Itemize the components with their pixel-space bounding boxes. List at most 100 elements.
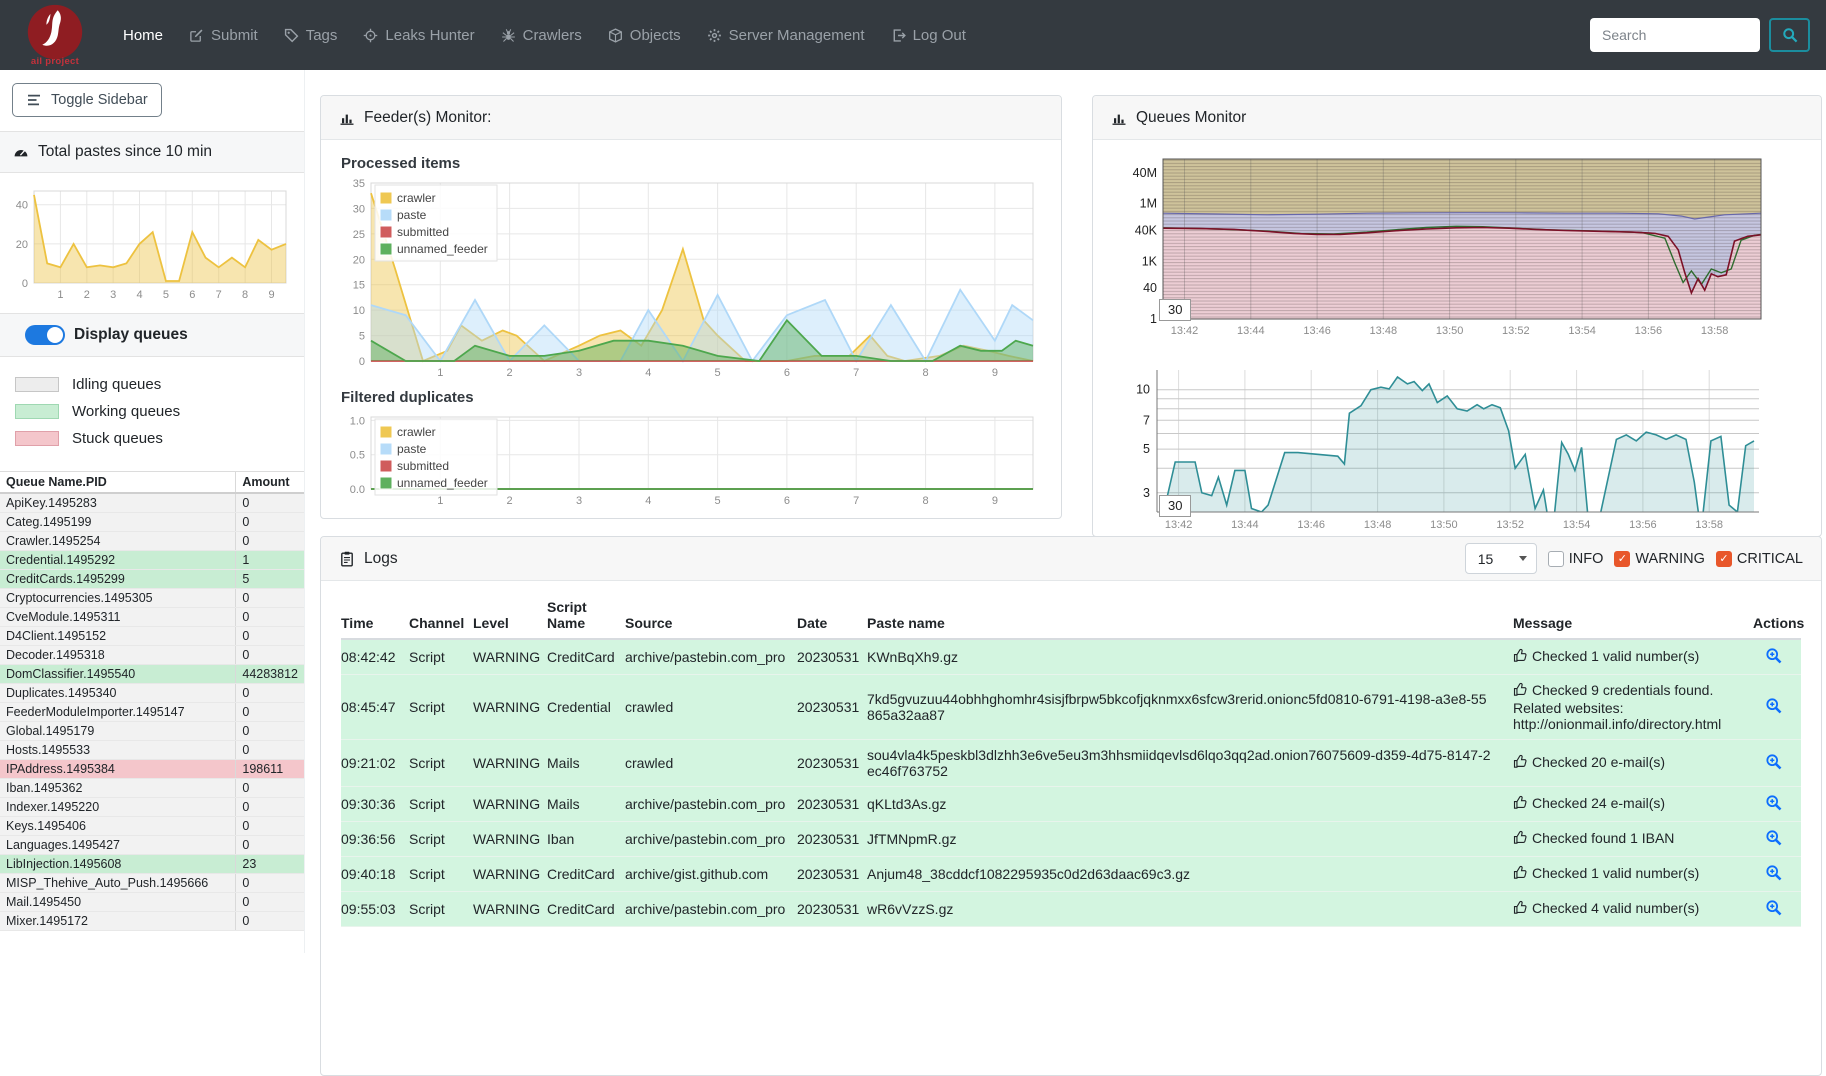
- queue-row: MISP_Thehive_Auto_Push.14956660: [0, 874, 304, 893]
- display-queues-label: Display queues: [74, 326, 188, 344]
- svg-text:9: 9: [992, 495, 998, 507]
- svg-text:13:44: 13:44: [1237, 325, 1265, 337]
- nav-item-label: Server Management: [729, 27, 865, 44]
- page-size-select[interactable]: 15: [1465, 543, 1537, 574]
- search-button[interactable]: [1769, 18, 1810, 52]
- queue-amount-cell: 5: [236, 570, 304, 589]
- svg-text:0: 0: [359, 356, 365, 368]
- queue-amount-cell: 44283812: [236, 665, 304, 684]
- queue-row: D4Client.14951520: [0, 627, 304, 646]
- paste-name-cell: wR6vVzzS.gz: [867, 892, 1513, 927]
- svg-text:40M: 40M: [1133, 166, 1157, 180]
- search-plus-icon[interactable]: [1765, 864, 1782, 884]
- svg-text:5: 5: [359, 331, 365, 343]
- level-cell: WARNING: [473, 892, 547, 927]
- nav-item-submit[interactable]: Submit: [176, 27, 271, 44]
- app-logo[interactable]: ail project: [16, 3, 94, 67]
- nav-item-server-management[interactable]: Server Management: [694, 27, 878, 44]
- source-cell: archive/pastebin.com_pro: [625, 822, 797, 857]
- queues-table-header-row: Queue Name.PID Amount: [0, 472, 304, 494]
- filtered-duplicates-title: Filtered duplicates: [341, 389, 1041, 406]
- search-plus-icon[interactable]: [1765, 753, 1782, 773]
- channel-cell: Script: [409, 857, 473, 892]
- svg-text:13:56: 13:56: [1629, 519, 1657, 531]
- svg-text:1: 1: [437, 495, 443, 507]
- time-cell: 09:40:18: [341, 857, 409, 892]
- svg-text:40: 40: [16, 200, 28, 212]
- svg-text:13:46: 13:46: [1297, 519, 1325, 531]
- cube-icon: [608, 28, 623, 43]
- logs-header-date: Date: [797, 595, 867, 639]
- nav-item-log-out[interactable]: Log Out: [878, 27, 979, 44]
- search-plus-icon[interactable]: [1765, 697, 1782, 717]
- queue-row: Languages.14954270: [0, 836, 304, 855]
- nav-item-home[interactable]: Home: [110, 27, 176, 44]
- toggle-sidebar-button[interactable]: Toggle Sidebar: [12, 83, 162, 117]
- queue-name-cell: ApiKey.1495283: [0, 493, 236, 513]
- nav-item-label: Tags: [306, 27, 338, 44]
- search-plus-icon[interactable]: [1765, 829, 1782, 849]
- search-input[interactable]: [1590, 18, 1760, 52]
- time-cell: 08:42:42: [341, 639, 409, 675]
- logs-header-source: Source: [625, 595, 797, 639]
- queue-amount-cell: 0: [236, 513, 304, 532]
- processed-items-title: Processed items: [341, 155, 1041, 172]
- svg-text:13:46: 13:46: [1303, 325, 1331, 337]
- roll-period-input[interactable]: 30: [1159, 299, 1191, 321]
- bars-icon: [26, 92, 42, 108]
- svg-text:40: 40: [1143, 281, 1157, 295]
- roll-period-input[interactable]: 30: [1159, 495, 1191, 517]
- feeders-monitor-card: Feeder(s) Monitor: Processed items 12345…: [320, 95, 1062, 519]
- script-name-cell: Mails: [547, 740, 625, 787]
- logs-header-time: Time: [341, 595, 409, 639]
- svg-text:0.5: 0.5: [350, 450, 365, 462]
- chart-svg: 1234567890.00.51.0crawlerpastesubmittedu…: [341, 411, 1041, 509]
- queue-amount-cell: 0: [236, 493, 304, 513]
- warning-checkbox[interactable]: [1614, 551, 1630, 567]
- actions-cell: [1753, 639, 1801, 675]
- source-cell: crawled: [625, 675, 797, 740]
- info-checkbox[interactable]: [1548, 551, 1564, 567]
- time-cell: 08:45:47: [341, 675, 409, 740]
- log-row: 08:45:47ScriptWARNINGCredentialcrawled20…: [341, 675, 1801, 740]
- search-plus-icon[interactable]: [1765, 794, 1782, 814]
- legend-label: Idling queues: [72, 376, 161, 393]
- nav-item-crawlers[interactable]: Crawlers: [488, 27, 595, 44]
- queues-card-header: Queues Monitor: [1093, 96, 1821, 140]
- svg-text:7: 7: [853, 367, 859, 379]
- logs-card-title: Logs: [364, 550, 398, 568]
- actions-cell: [1753, 787, 1801, 822]
- queue-amount-cell: 0: [236, 779, 304, 798]
- source-cell: archive/gist.github.com: [625, 857, 797, 892]
- svg-text:6: 6: [189, 289, 195, 301]
- log-row: 08:42:42ScriptWARNINGCreditCardarchive/p…: [341, 639, 1801, 675]
- filter-info[interactable]: INFO: [1548, 551, 1604, 567]
- channel-cell: Script: [409, 892, 473, 927]
- svg-text:13:50: 13:50: [1430, 519, 1458, 531]
- queue-amount-cell: 0: [236, 912, 304, 931]
- filter-critical[interactable]: CRITICAL: [1716, 551, 1803, 567]
- search-plus-icon[interactable]: [1765, 899, 1782, 919]
- page-size-select-wrap: 15: [1465, 543, 1537, 574]
- display-queues-toggle[interactable]: [25, 325, 65, 345]
- queues-monitor-card: Queues Monitor 13:4213:4413:4613:4813:50…: [1092, 95, 1822, 537]
- svg-text:0: 0: [22, 278, 28, 290]
- level-cell: WARNING: [473, 787, 547, 822]
- filter-warning[interactable]: WARNING: [1614, 551, 1705, 567]
- paste-name-cell: Anjum48_38cddcf1082295935c0d2d63daac69c3…: [867, 857, 1513, 892]
- crosshairs-icon: [363, 28, 378, 43]
- queue-name-cell: Credential.1495292: [0, 551, 236, 570]
- svg-text:8: 8: [242, 289, 248, 301]
- nav-item-leaks-hunter[interactable]: Leaks Hunter: [350, 27, 487, 44]
- actions-cell: [1753, 892, 1801, 927]
- date-cell: 20230531: [797, 675, 867, 740]
- svg-text:4: 4: [645, 495, 651, 507]
- brand-text: ail project: [31, 56, 79, 67]
- critical-checkbox[interactable]: [1716, 551, 1732, 567]
- paste-name-cell: 7kd5gvuzuu44obhhghomhr4sisjfbrpw5bkcofjq…: [867, 675, 1513, 740]
- time-cell: 09:36:56: [341, 822, 409, 857]
- nav-item-tags[interactable]: Tags: [271, 27, 351, 44]
- channel-cell: Script: [409, 675, 473, 740]
- search-plus-icon[interactable]: [1765, 647, 1782, 667]
- nav-item-objects[interactable]: Objects: [595, 27, 694, 44]
